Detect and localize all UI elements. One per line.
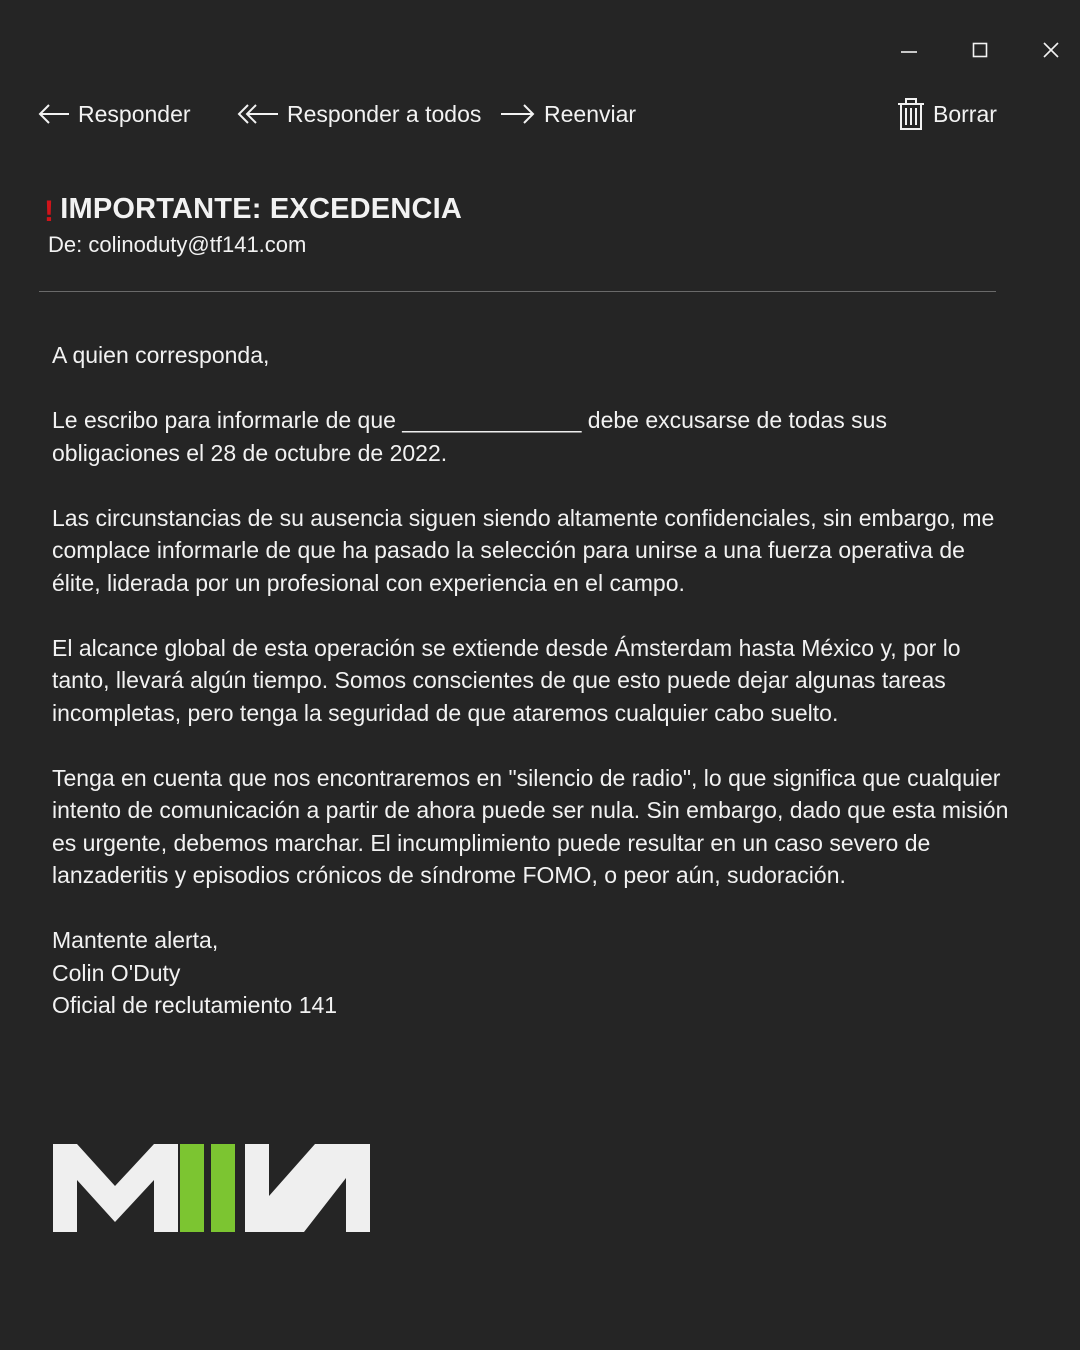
forward-label: Reenviar — [544, 100, 637, 127]
mwii-logo — [53, 1144, 370, 1232]
reply-label: Responder — [78, 100, 191, 127]
trash-icon — [898, 98, 924, 130]
reply-button[interactable]: Responder — [38, 94, 191, 134]
body-paragraph-4: Tenga en cuenta que nos encontraremos en… — [52, 764, 1009, 889]
importance-icon: ! — [44, 195, 55, 228]
subject-text: IMPORTANTE: EXCEDENCIA — [60, 192, 463, 225]
signature-title: Oficial de reclutamiento 141 — [52, 992, 338, 1018]
reply-all-button[interactable]: Responder a todos — [237, 94, 481, 134]
signature-name: Colin O'Duty — [52, 959, 181, 986]
delete-button[interactable]: Borrar — [897, 94, 997, 134]
body-paragraph-3: El alcance global de esta operación se e… — [52, 634, 961, 726]
minimize-icon — [901, 51, 917, 53]
maximize-button[interactable] — [960, 30, 1000, 70]
email-subject: ! IMPORTANTE: EXCEDENCIA — [44, 189, 462, 229]
header-divider — [39, 291, 996, 292]
signature: Mantente alerta, Colin O'Duty Oficial de… — [52, 924, 1012, 1022]
maximize-icon — [972, 42, 988, 58]
forward-arrow-icon — [501, 104, 535, 124]
logo-bar-2 — [211, 1144, 235, 1232]
body-paragraph-1: Le escribo para informarle de que ______… — [52, 407, 887, 466]
greeting: A quien corresponda, — [52, 342, 270, 368]
reply-arrow-icon — [38, 104, 69, 124]
logo-w-shape — [245, 1144, 370, 1232]
body-paragraph-2: Las circunstancias de su ausencia siguen… — [52, 504, 995, 596]
reply-all-label: Responder a todos — [287, 100, 482, 127]
close-button[interactable] — [1031, 30, 1071, 70]
reply-all-arrow-icon — [237, 104, 278, 124]
delete-label: Borrar — [933, 100, 997, 127]
close-icon — [1043, 42, 1059, 58]
forward-button[interactable]: Reenviar — [500, 94, 636, 134]
logo-bar-1 — [180, 1144, 204, 1232]
logo-m-shape — [53, 1144, 178, 1232]
mail-toolbar: Responder Responder a todos Reenviar Bor… — [0, 94, 1080, 134]
email-sender: De: colinoduty@tf141.com — [48, 232, 307, 257]
signature-closing: Mantente alerta, — [52, 927, 219, 953]
minimize-button[interactable] — [889, 30, 929, 70]
email-body: A quien corresponda, Le escribo para inf… — [52, 339, 1012, 1022]
